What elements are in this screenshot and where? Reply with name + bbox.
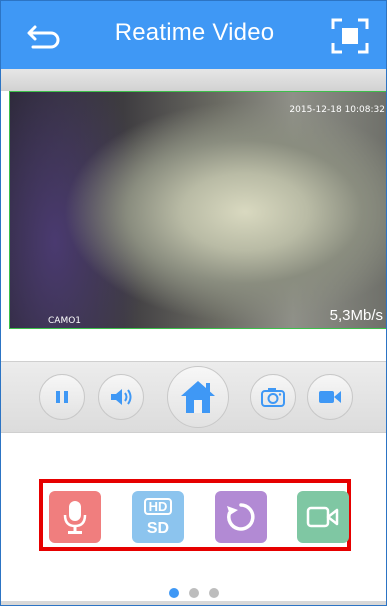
rotate-button[interactable]	[215, 491, 267, 543]
talk-button[interactable]	[49, 491, 101, 543]
video-camera-icon	[306, 506, 339, 528]
fullscreen-icon[interactable]	[330, 17, 370, 55]
speaker-icon	[111, 389, 132, 405]
page-dot[interactable]	[168, 588, 179, 598]
page-indicator	[1, 585, 386, 598]
volume-button[interactable]	[98, 374, 144, 420]
bitrate-readout: 5,3Mb/s	[329, 307, 383, 324]
hd-sd-icon: HD SD	[144, 498, 172, 537]
video-view[interactable]: 2015-12-18 10:08:32 CAMO1 5,3Mb/s	[9, 91, 386, 329]
camera-icon	[261, 388, 285, 407]
home-icon	[181, 381, 215, 413]
page-dot[interactable]	[208, 588, 219, 598]
rotate-icon	[227, 503, 255, 531]
action-panel: HD SD	[39, 479, 351, 551]
microphone-icon	[63, 501, 87, 534]
control-bar	[1, 361, 386, 433]
page-dot[interactable]	[188, 588, 199, 598]
record-video-button[interactable]	[297, 491, 349, 543]
video-camera-icon	[319, 391, 341, 403]
app-frame: Reatime Video 2015-12-18 10:08:32 CAMO1 …	[0, 0, 387, 606]
camera-name: CAMO1	[48, 316, 82, 326]
home-button[interactable]	[167, 366, 229, 428]
pause-icon	[56, 391, 68, 403]
bottom-divider	[1, 601, 386, 605]
sd-label: SD	[147, 520, 169, 537]
pause-button[interactable]	[39, 374, 85, 420]
spacer	[1, 329, 386, 361]
quality-button[interactable]: HD SD	[132, 491, 184, 543]
hd-label: HD	[149, 499, 168, 514]
snapshot-button[interactable]	[250, 374, 296, 420]
video-timestamp: 2015-12-18 10:08:32	[289, 105, 385, 115]
header-shadow-stripe	[1, 69, 386, 91]
record-button[interactable]	[307, 374, 353, 420]
header-bar: Reatime Video	[1, 1, 386, 69]
